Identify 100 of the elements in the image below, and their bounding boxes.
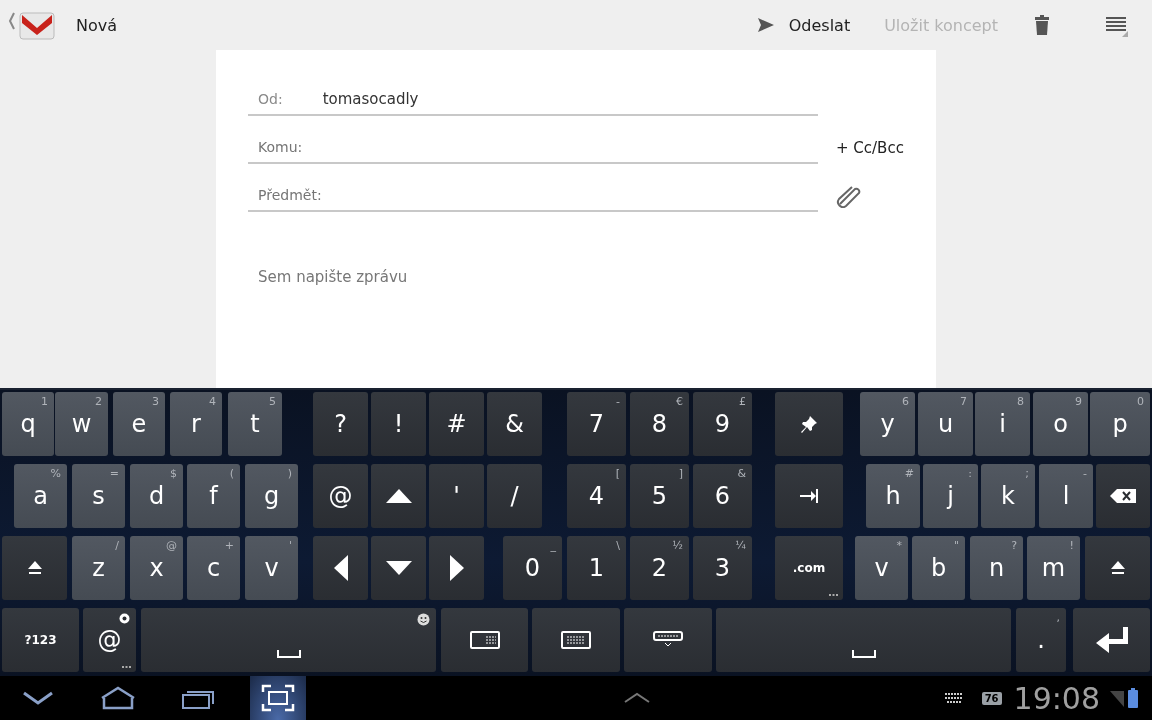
keyboard-key[interactable]: 7 - [567, 392, 626, 456]
keyboard-key[interactable] [532, 608, 620, 672]
screenshot-icon [261, 684, 295, 712]
keyboard-key[interactable]: t 5 [228, 392, 282, 456]
arrow-key[interactable] [371, 464, 426, 528]
keyboard-key[interactable]: / [487, 464, 542, 528]
cc-bcc-link[interactable]: + Cc/Bcc [836, 139, 904, 157]
backspace-key[interactable] [1096, 464, 1150, 528]
keyboard-key[interactable]: j : [923, 464, 978, 528]
field-label: Od: [258, 91, 283, 107]
keyboard-key[interactable]: 1 \ [567, 536, 626, 600]
hide-keyboard-key[interactable] [624, 608, 712, 672]
pushpin-icon [799, 414, 819, 434]
key-hint: @ [166, 539, 177, 552]
keyboard-key[interactable]: s = [72, 464, 125, 528]
key-hint: = [109, 467, 119, 480]
left-triangle-icon [332, 554, 349, 582]
keyboard-key[interactable]: q 1 [2, 392, 54, 456]
keyboard-key[interactable]: 9 £ [693, 392, 752, 456]
message-body-placeholder[interactable]: Sem napište zprávu [258, 268, 936, 286]
keyboard-key[interactable]: z / [72, 536, 125, 600]
key-hint: * [896, 539, 902, 552]
key-hint: - [616, 395, 620, 408]
keyboard-key[interactable]: o 9 [1033, 392, 1088, 456]
pin-key[interactable] [775, 392, 843, 456]
keyboard-key[interactable]: v * [855, 536, 908, 600]
chevron-up-icon [622, 692, 651, 704]
keyboard-key[interactable]: b " [912, 536, 965, 600]
keyboard-key[interactable]: # [429, 392, 484, 456]
keyboard-key[interactable]: m ! [1027, 536, 1080, 600]
keyboard-key[interactable]: & [487, 392, 542, 456]
from-field[interactable]: Od: tomasocadly [248, 84, 818, 116]
keyboard-key[interactable]: c + [187, 536, 240, 600]
keyboard-key[interactable]: r 4 [170, 392, 222, 456]
keyboard-key[interactable]: @ [313, 464, 368, 528]
right-triangle-icon [448, 554, 465, 582]
attach-button[interactable] [836, 184, 862, 208]
keyboard-icon [943, 693, 964, 703]
backspace-icon [1110, 489, 1136, 503]
key-hint: 6 [902, 395, 909, 408]
keyboard-key[interactable]: h # [866, 464, 920, 528]
keyboard-key[interactable]: u 7 [918, 392, 973, 456]
keyboard-icon [469, 631, 500, 649]
key-hint: 9 [1075, 395, 1082, 408]
keyboard-key[interactable]: 2 ½ [630, 536, 689, 600]
key-hint: 2 [95, 395, 102, 408]
keyboard-key[interactable]: 8 € [630, 392, 689, 456]
key-hint: ; [1025, 467, 1029, 480]
keyboard-key[interactable]: 4 [ [567, 464, 626, 528]
keyboard-key[interactable]: . , [1016, 608, 1066, 672]
down-triangle-icon [384, 560, 413, 576]
key-hint: : [968, 467, 972, 480]
keyboard-key[interactable]: ? [313, 392, 368, 456]
keyboard-key[interactable]: 3 ¼ [693, 536, 752, 600]
key-hint: £ [739, 395, 746, 408]
arrow-key[interactable] [313, 536, 368, 600]
key-hint: " [953, 539, 959, 552]
keyboard-key[interactable]: p 0 [1090, 392, 1150, 456]
keyboard-key[interactable]: ?123 [2, 608, 79, 672]
key-hint: [ [615, 467, 620, 480]
shift-key[interactable] [2, 536, 67, 600]
key-hint: 8 [1017, 395, 1024, 408]
keyboard-key[interactable]: a % [14, 464, 67, 528]
keyboard-key[interactable]: n ? [970, 536, 1023, 600]
keyboard-key[interactable] [441, 608, 528, 672]
keyboard-key[interactable]: k ; [981, 464, 1035, 528]
key-hint: _ [550, 539, 556, 552]
key-hint: $ [170, 467, 177, 480]
keyboard-key[interactable]: 6 & [693, 464, 752, 528]
nav-button[interactable] [250, 676, 306, 720]
keyboard-key[interactable]: v ' [245, 536, 298, 600]
key-hint: ] [678, 467, 683, 480]
keyboard-key[interactable]: w 2 [55, 392, 108, 456]
clock: 19:08 [1013, 680, 1100, 716]
paperclip-icon [836, 184, 862, 208]
keyboard-key[interactable]: ' [429, 464, 484, 528]
key-hint: ¼ [735, 539, 746, 552]
keyboard-key[interactable]: 0 _ [503, 536, 562, 600]
key-hint: ( [229, 467, 234, 480]
arrow-key[interactable] [429, 536, 484, 600]
shift-key[interactable] [1085, 536, 1150, 600]
keyboard-key[interactable]: x @ [130, 536, 183, 600]
keyboard-key[interactable]: l - [1039, 464, 1093, 528]
keyboard-key[interactable]: 5 ] [630, 464, 689, 528]
send-button[interactable]: Odeslat [748, 9, 859, 41]
key-hint: 3 [152, 395, 159, 408]
keyboard-key[interactable]: y 6 [860, 392, 915, 456]
keyboard-key[interactable]: f ( [187, 464, 240, 528]
key-hint: € [676, 395, 683, 408]
enter-key[interactable] [1073, 608, 1150, 672]
keyboard-key[interactable]: g ) [245, 464, 298, 528]
keyboard-icon [561, 631, 591, 649]
arrow-key[interactable] [371, 536, 426, 600]
keyboard-key[interactable]: d $ [130, 464, 183, 528]
keyboard-key[interactable]: i 8 [975, 392, 1030, 456]
keyboard-key[interactable]: e 3 [113, 392, 165, 456]
chevron-down-icon [22, 691, 54, 705]
keyboard-key[interactable]: .com [775, 536, 843, 600]
keyboard-key[interactable]: ! [371, 392, 426, 456]
keyboard-key[interactable]: @ [83, 608, 136, 672]
